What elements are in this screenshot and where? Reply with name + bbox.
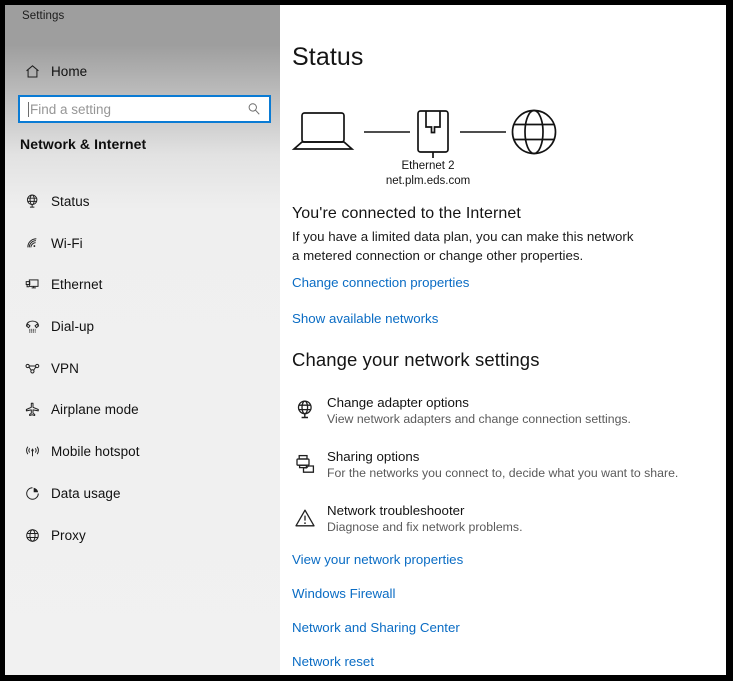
search-placeholder: Find a setting	[30, 101, 112, 117]
status-globe-icon	[17, 193, 47, 210]
sidebar-category-title: Network & Internet	[20, 136, 147, 152]
sidebar-item-wifi-label: Wi-Fi	[51, 235, 83, 251]
network-diagram-graphic	[291, 109, 557, 158]
network-troubleshooter-item[interactable]: Network troubleshooter Diagnose and fix …	[292, 503, 712, 543]
network-sharing-center-link[interactable]: Network and Sharing Center	[292, 620, 460, 635]
sidebar-item-proxy[interactable]: Proxy	[5, 521, 280, 549]
network-name: net.plm.eds.com	[385, 175, 471, 187]
change-adapter-options-item[interactable]: Change adapter options View network adap…	[292, 395, 712, 435]
adapter-globe-icon	[292, 397, 318, 423]
view-network-properties-link[interactable]: View your network properties	[292, 552, 463, 567]
sidebar-item-data-usage-label: Data usage	[51, 485, 121, 501]
ethernet-icon	[17, 276, 47, 293]
sharing-options-title: Sharing options	[327, 449, 420, 464]
network-settings-heading: Change your network settings	[292, 349, 540, 370]
sharing-options-item[interactable]: Sharing options For the networks you con…	[292, 449, 712, 489]
sidebar-item-wifi[interactable]: Wi-Fi	[5, 229, 280, 257]
sidebar-item-status[interactable]: Status	[5, 187, 280, 215]
connection-status-heading: You're connected to the Internet	[292, 205, 521, 222]
windows-firewall-link[interactable]: Windows Firewall	[292, 586, 395, 601]
network-troubleshooter-subtitle: Diagnose and fix network problems.	[327, 520, 523, 534]
sidebar-item-vpn[interactable]: VPN	[5, 354, 280, 382]
network-reset-link[interactable]: Network reset	[292, 654, 374, 669]
adapter-name: Ethernet 2	[401, 160, 455, 172]
network-troubleshooter-title: Network troubleshooter	[327, 503, 465, 518]
sharing-printer-icon	[292, 451, 318, 477]
network-diagram: Ethernet 2 net.plm.eds.com	[288, 105, 578, 195]
vpn-icon	[17, 360, 47, 377]
globe-icon	[17, 527, 47, 544]
settings-window: Settings Home Find a setting Network & I…	[5, 5, 726, 675]
home-icon	[17, 63, 47, 80]
sidebar-item-status-label: Status	[51, 193, 90, 209]
search-icon[interactable]	[247, 102, 261, 116]
change-connection-properties-link[interactable]: Change connection properties	[292, 275, 469, 290]
search-input[interactable]: Find a setting	[18, 95, 271, 123]
text-caret	[28, 101, 29, 117]
hotspot-icon	[17, 443, 47, 460]
sidebar-item-home[interactable]: Home	[5, 57, 280, 85]
airplane-icon	[17, 401, 47, 418]
wifi-icon	[17, 235, 47, 252]
show-available-networks-link[interactable]: Show available networks	[292, 311, 438, 326]
page-title: Status	[292, 43, 364, 71]
sidebar-item-proxy-label: Proxy	[51, 527, 86, 543]
sidebar-item-dialup-label: Dial-up	[51, 318, 95, 334]
change-adapter-options-subtitle: View network adapters and change connect…	[327, 412, 631, 426]
sidebar-item-mobile-hotspot-label: Mobile hotspot	[51, 443, 140, 459]
sidebar-item-ethernet[interactable]: Ethernet	[5, 270, 280, 298]
sidebar: Settings Home Find a setting Network & I…	[5, 5, 280, 675]
sidebar-item-data-usage[interactable]: Data usage	[5, 479, 280, 507]
sidebar-item-airplane-mode-label: Airplane mode	[51, 401, 139, 417]
sidebar-item-vpn-label: VPN	[51, 360, 79, 376]
change-adapter-options-title: Change adapter options	[327, 395, 469, 410]
sharing-options-subtitle: For the networks you connect to, decide …	[327, 466, 679, 480]
warning-triangle-icon	[292, 505, 318, 531]
sidebar-item-dialup[interactable]: Dial-up	[5, 312, 280, 340]
sidebar-item-airplane-mode[interactable]: Airplane mode	[5, 395, 280, 423]
sidebar-item-mobile-hotspot[interactable]: Mobile hotspot	[5, 437, 280, 465]
pie-chart-icon	[17, 485, 47, 502]
app-title: Settings	[22, 10, 65, 22]
main-content: Status Ethernet 2 net.plm.eds.com You're…	[280, 5, 726, 675]
connection-status-description: If you have a limited data plan, you can…	[292, 229, 634, 263]
dialup-phone-icon	[17, 318, 47, 335]
sidebar-item-ethernet-label: Ethernet	[51, 276, 103, 292]
sidebar-item-home-label: Home	[51, 63, 88, 79]
